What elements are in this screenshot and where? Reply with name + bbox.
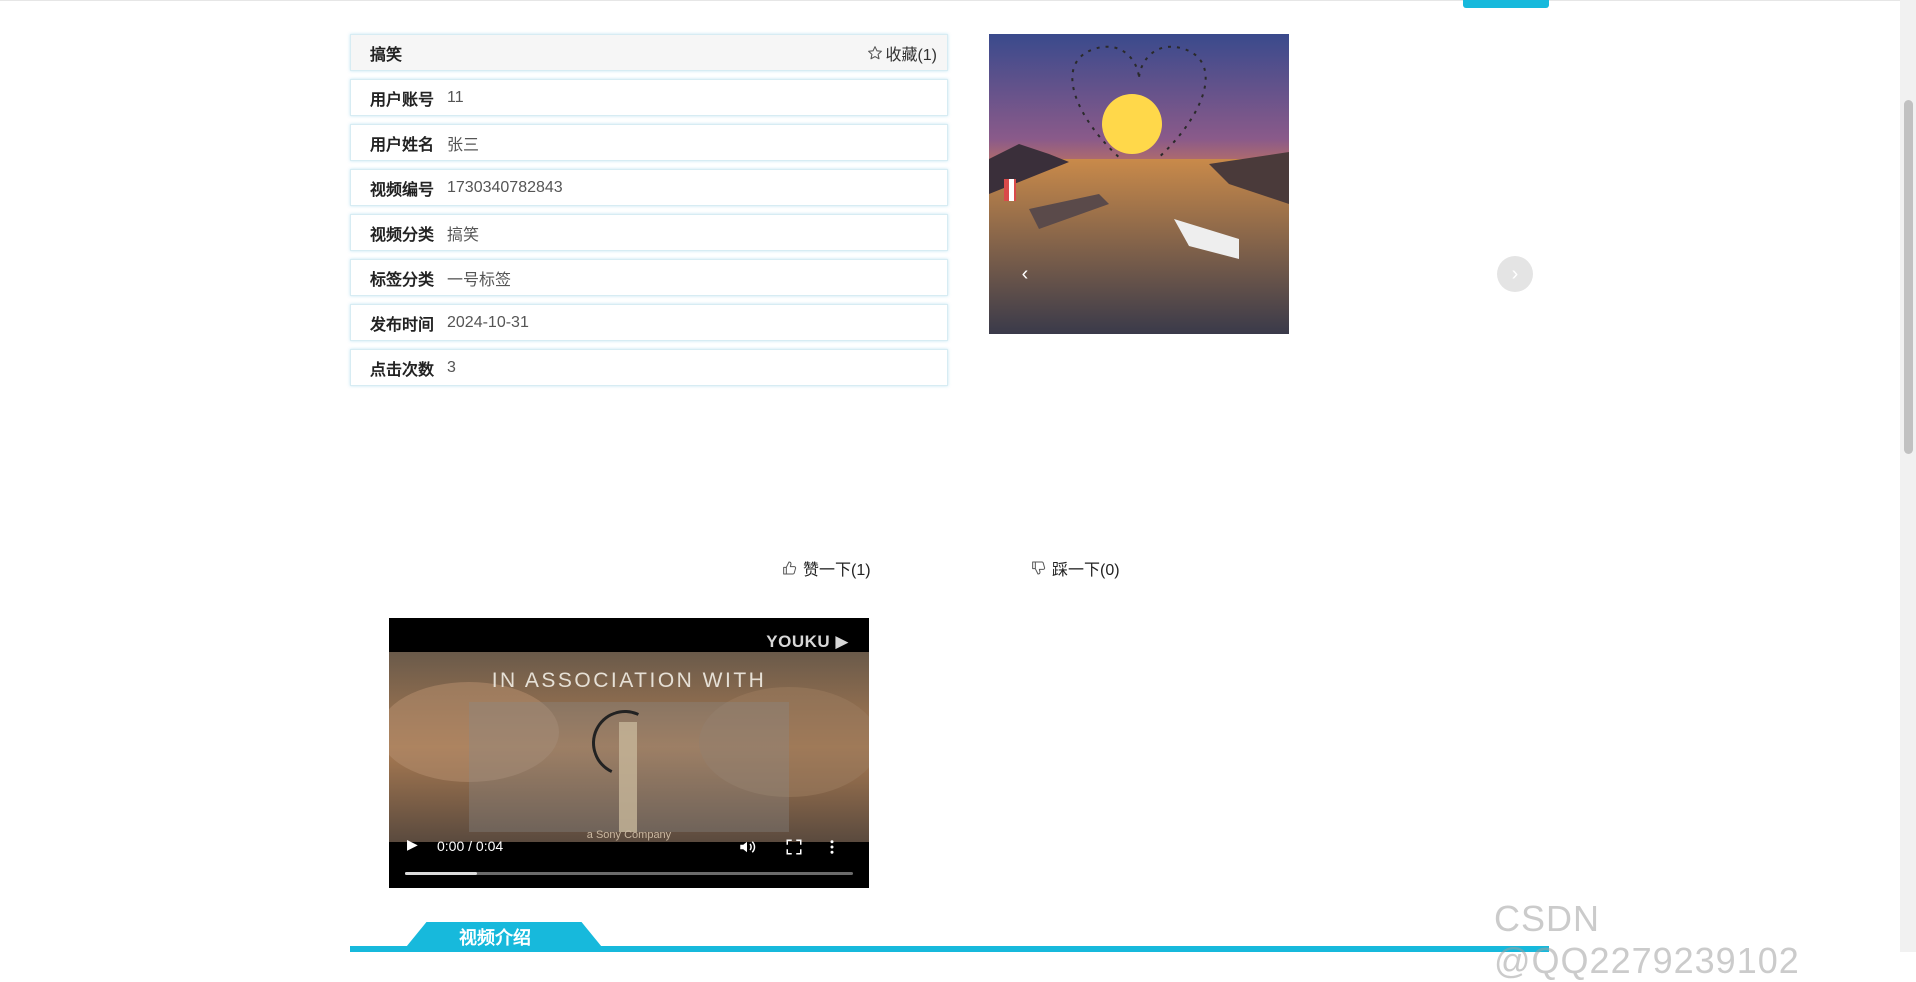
video-progress-fill	[405, 872, 477, 875]
like-button[interactable]: 赞一下(1)	[781, 556, 871, 580]
cover-image-carousel	[989, 34, 1289, 334]
info-label: 用户账号	[370, 91, 435, 109]
info-label: 发布时间	[370, 316, 435, 334]
volume-icon[interactable]	[738, 838, 756, 856]
thumbs-up-icon	[783, 561, 797, 575]
carousel-next-button[interactable]: ›	[1497, 256, 1533, 292]
video-time: 0:00 / 0:04	[437, 838, 504, 854]
more-options-icon[interactable]	[823, 838, 841, 856]
info-row-category: 视频分类 搞笑	[350, 214, 948, 251]
star-icon	[868, 45, 883, 59]
info-label: 用户姓名	[370, 136, 435, 154]
carousel-prev-button[interactable]: ‹	[1015, 260, 1035, 288]
top-divider	[0, 0, 1900, 1]
info-label: 标签分类	[370, 271, 435, 289]
dislike-button[interactable]: 踩一下(0)	[1030, 556, 1120, 580]
video-info-panel: 搞笑 收藏(1) 用户账号 11 用户姓名 张三 视频编号 1730340782…	[350, 34, 948, 394]
info-label: 视频分类	[370, 226, 435, 244]
info-value: 11	[447, 88, 464, 106]
video-overlay-text: IN ASSOCIATION WITH	[491, 669, 767, 692]
top-nav-active-tab[interactable]	[1463, 0, 1549, 8]
info-label: 点击次数	[370, 361, 435, 379]
info-row-account: 用户账号 11	[350, 79, 948, 116]
fullscreen-icon[interactable]	[785, 838, 803, 856]
dislike-label: 踩一下(0)	[1052, 562, 1120, 579]
info-row-video-id: 视频编号 1730340782843	[350, 169, 948, 206]
like-label: 赞一下(1)	[803, 562, 871, 579]
info-value: 3	[447, 358, 456, 376]
thumbs-down-icon	[1032, 561, 1046, 575]
watermark: CSDN @QQ2279239102	[1494, 898, 1800, 981]
sunset-river-image	[989, 34, 1289, 334]
page-scrollbar[interactable]	[1900, 0, 1916, 952]
favorite-label: 收藏(1)	[885, 46, 937, 64]
info-value: 一号标签	[447, 271, 512, 289]
favorite-button[interactable]: 收藏(1)	[867, 41, 947, 65]
info-value: 张三	[447, 136, 480, 154]
youku-logo: YOUKU ▶	[766, 632, 849, 651]
play-icon[interactable]: ▶	[407, 836, 418, 853]
info-value: 1730340782843	[447, 178, 563, 196]
info-title-row: 搞笑 收藏(1)	[350, 34, 948, 71]
intro-tab-label: 视频介绍	[459, 928, 531, 948]
info-row-clicks: 点击次数 3	[350, 349, 948, 386]
video-progress-bar[interactable]	[405, 872, 853, 875]
info-value: 2024-10-31	[447, 313, 529, 331]
info-value: 搞笑	[447, 226, 480, 244]
info-row-username: 用户姓名 张三	[350, 124, 948, 161]
video-controls: ▶ 0:00 / 0:04	[389, 826, 869, 888]
video-player[interactable]: YOUKU ▶ IN ASSOCIATION WITH a Sony Compa…	[389, 618, 869, 888]
info-row-publish-date: 发布时间 2024-10-31	[350, 304, 948, 341]
scrollbar-thumb[interactable]	[1904, 100, 1913, 454]
video-title: 搞笑	[370, 46, 403, 64]
intro-tab[interactable]: 视频介绍	[402, 922, 606, 952]
info-label: 视频编号	[370, 181, 435, 199]
info-row-tag: 标签分类 一号标签	[350, 259, 948, 296]
